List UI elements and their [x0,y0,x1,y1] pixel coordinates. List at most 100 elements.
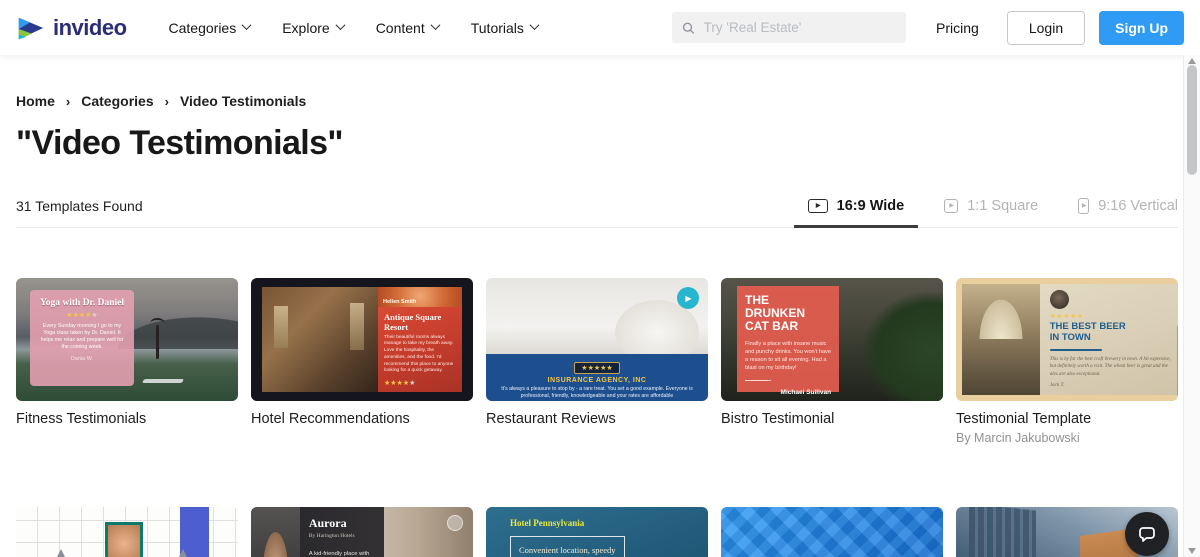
template-grid: Yoga with Dr. Daniel ★★★★★ Every Sunday … [16,278,1178,557]
template-title[interactable]: Hotel Recommendations [251,411,473,427]
reviewer-photo: Hellen Smith [378,287,462,307]
testimonial-overlay: THE DRUNKEN CAT BAR Finally a place with… [737,286,839,392]
template-thumbnail[interactable]: Hotel Pennsylvania Convenient location, … [486,507,708,557]
template-card-bistro-testimonial[interactable]: THE DRUNKEN CAT BAR Finally a place with… [721,278,943,445]
breadcrumb-separator: › [165,94,169,109]
reviewer-photo [251,507,300,557]
avatar [1050,290,1069,309]
template-thumbnail[interactable]: Yoga with Dr. Daniel ★★★★★ Every Sunday … [16,278,238,401]
overlay-author: Jack T. [1050,382,1172,388]
breadcrumb-item[interactable]: Video Testimonials [180,93,306,109]
template-thumbnail[interactable]: ★★★★★ THE BEST BEER IN TOWN This is by f… [956,278,1178,401]
template-title[interactable]: Testimonial Template [956,411,1178,427]
testimonial-overlay: ★★★★★ INSURANCE AGENCY, INC It's always … [486,354,708,401]
star-rating: ★★★★★ [1050,312,1172,320]
chat-bubble-icon [1135,522,1159,546]
template-title[interactable]: Restaurant Reviews [486,411,708,427]
breadcrumb-item[interactable]: Home [16,93,55,109]
search-input[interactable] [704,20,896,35]
tab-label: 1:1 Square [967,198,1038,214]
overlay-quote: Convenient location, speedy check-in and… [519,544,616,557]
template-card-cleared[interactable]: "ClearEd helped my son get better at Geo… [16,507,238,557]
search-bar[interactable] [672,12,906,43]
chevron-down-icon [242,20,252,30]
invideo-logo[interactable]: invideo [16,13,127,43]
nav-categories[interactable]: Categories [169,20,251,36]
template-title[interactable]: Fitness Testimonials [16,411,238,427]
scroll-up-arrow-icon[interactable] [1188,58,1196,64]
scroll-down-arrow-icon[interactable] [1188,548,1196,554]
quote-box: Convenient location, speedy check-in and… [510,536,625,557]
template-thumbnail[interactable]: Hellen Smith Antique Square Resort Their… [251,278,473,401]
template-card-hotel-recommendations[interactable]: Hellen Smith Antique Square Resort Their… [251,278,473,445]
play-rect-vertical-icon [1078,198,1089,214]
tab-16-9-wide[interactable]: 16:9 Wide [808,184,905,227]
review-panel: Antique Square Resort Their beautiful ro… [378,307,462,392]
template-thumbnail[interactable]: THE DRUNKEN CAT BAR Finally a place with… [721,278,943,401]
overlay-quote: Their beautiful rooms always manage to t… [384,335,456,375]
scrollbar[interactable] [1183,55,1200,557]
building-shape [969,507,1036,557]
stars-empty: ★ [409,380,415,387]
chevron-down-icon [335,20,345,30]
stars-filled: ★★★★ [66,312,91,319]
overlay-heading: THE BEST BEER IN TOWN [1050,322,1130,344]
scrollbar-thumb[interactable] [1187,65,1197,175]
stars-empty: ★ [91,312,97,319]
content-area: Home › Categories › Video Testimonials "… [0,93,1200,557]
template-card-aurora[interactable]: Aurora By Harington Hotels A kid-friendl… [251,507,473,557]
results-toolbar: 31 Templates Found 16:9 Wide 1:1 Square … [16,184,1178,228]
template-thumbnail[interactable]: Aurora By Harington Hotels A kid-friendl… [251,507,473,557]
overlay-heading: Antique Square Resort [384,312,456,332]
template-thumbnail[interactable]: Client Testimonials [721,507,943,557]
tab-1-1-square[interactable]: 1:1 Square [944,184,1038,227]
template-card-restaurant-reviews[interactable]: ★★★★★ INSURANCE AGENCY, INC It's always … [486,278,708,445]
template-card-client-testimonials[interactable]: Client Testimonials [721,507,943,557]
nav-label: Content [376,20,425,36]
template-card-testimonial-template[interactable]: ★★★★★ THE BEST BEER IN TOWN This is by f… [956,278,1178,445]
nav-label: Tutorials [471,20,524,36]
signup-button[interactable]: Sign Up [1099,11,1184,45]
overlay-author: Dania W. [37,356,127,362]
nav-content[interactable]: Content [376,20,439,36]
testimonial-overlay: Yoga with Dr. Daniel ★★★★★ Every Sunday … [30,290,134,386]
top-navigation-bar: invideo Categories Explore Content Tutor… [0,0,1200,55]
search-icon [682,21,695,35]
invideo-logo-icon [16,13,46,43]
pricing-link[interactable]: Pricing [936,20,979,36]
overlay-heading: THE DRUNKEN CAT BAR [745,294,831,334]
reviewer-photo [105,522,143,557]
template-thumbnail[interactable]: "ClearEd helped my son get better at Geo… [16,507,238,557]
template-title[interactable]: Bistro Testimonial [721,411,943,427]
star-rating: ★★★★★ [384,379,456,387]
results-count: 31 Templates Found [16,198,143,214]
template-card-hotel-pennsylvania[interactable]: Hotel Pennsylvania Convenient location, … [486,507,708,557]
overlay-quote: It's always a pleasure to stop by - a ra… [486,386,708,401]
divider-line [745,380,771,381]
breadcrumb-separator: › [66,94,70,109]
star-rating: ★★★★★ [37,311,127,319]
play-rect-square-icon [944,199,958,213]
chevron-down-icon [529,20,539,30]
testimonial-overlay: Hellen Smith Antique Square Resort Their… [378,287,462,392]
login-button[interactable]: Login [1007,11,1085,45]
breadcrumb-item[interactable]: Categories [81,93,153,109]
reviewer-name: Hellen Smith [383,299,416,305]
nav-explore[interactable]: Explore [282,20,343,36]
overlay-quote: Every Sunday morning I go to my Yoga cla… [37,323,127,352]
overlay-heading: Hotel Pennsylvania [510,518,708,528]
star-rating: ★★★★★ [574,362,619,374]
nav-label: Categories [169,20,237,36]
template-thumbnail[interactable]: ★★★★★ INSURANCE AGENCY, INC It's always … [486,278,708,401]
underline-squiggle [1050,349,1102,351]
chevron-down-icon [430,20,440,30]
overlay-quote: This is by far the best craft brewery in… [1050,356,1172,379]
tab-9-16-vertical[interactable]: 9:16 Vertical [1078,184,1178,227]
nav-tutorials[interactable]: Tutorials [471,20,538,36]
template-card-fitness-testimonials[interactable]: Yoga with Dr. Daniel ★★★★★ Every Sunday … [16,278,238,445]
play-button[interactable] [677,287,699,309]
overlay-heading: INSURANCE AGENCY, INC [486,377,708,384]
chat-widget-button[interactable] [1125,512,1169,556]
yoga-figure [156,325,159,359]
template-byline: By Marcin Jakubowski [956,431,1178,445]
